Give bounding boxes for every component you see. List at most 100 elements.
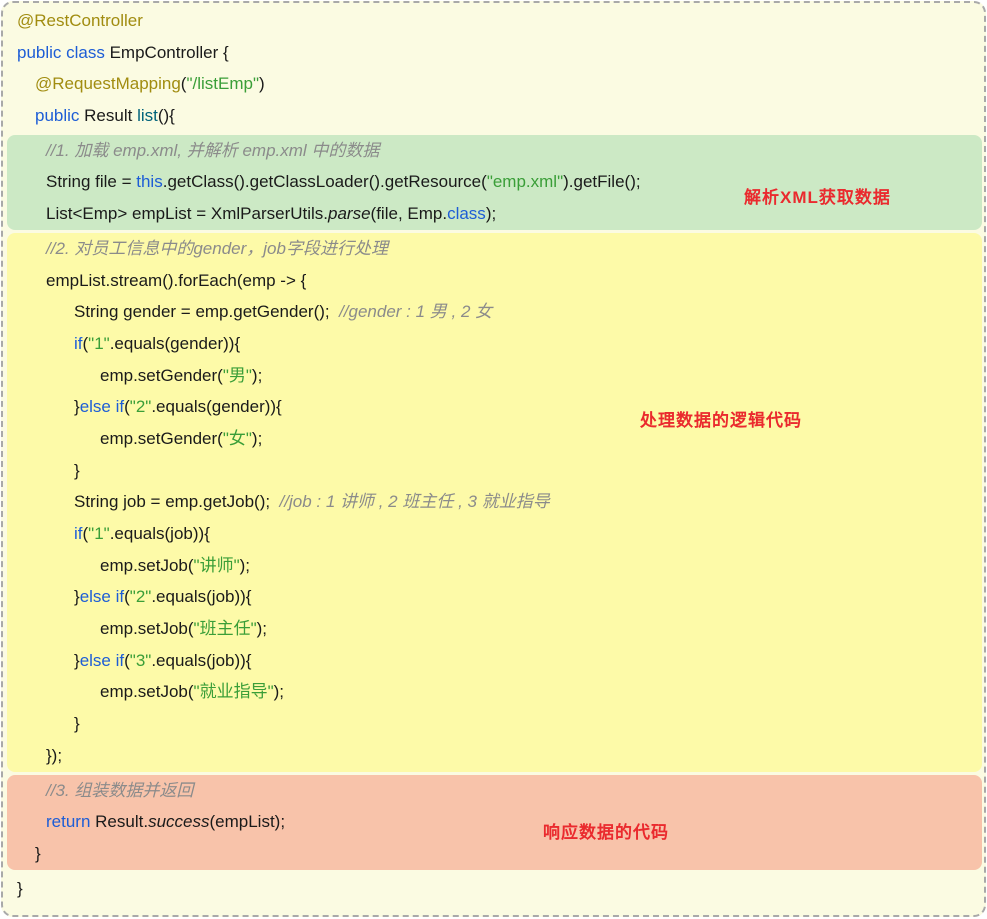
code-token-plain: EmpController { [105, 43, 229, 62]
code-line: //2. 对员工信息中的gender，job字段进行处理 [3, 233, 978, 265]
code-token-keyword: public class [17, 43, 105, 62]
code-token-plain: .equals(job)){ [110, 524, 210, 543]
code-token-comment: //2. 对员工信息中的gender，job字段进行处理 [46, 239, 388, 258]
code-token-comment: //job : 1 讲师 , 2 班主任 , 3 就业指导 [280, 492, 550, 511]
code-token-plain: } [17, 879, 23, 898]
code-token-string: "讲师" [194, 556, 240, 575]
code-token-method_decl: list [137, 106, 158, 125]
highlight-region-load-and-parse-xml: //1. 加载 emp.xml, 并解析 emp.xml 中的数据 String … [7, 135, 982, 230]
code-token-plain: (file, Emp. [371, 204, 448, 223]
code-token-plain: (){ [158, 106, 175, 125]
code-line: emp.setJob("就业指导"); [3, 676, 978, 708]
code-line: } [3, 838, 978, 870]
code-line: }else if("3".equals(job)){ [3, 645, 978, 677]
code-token-plain: } [74, 461, 80, 480]
code-line: //3. 组装数据并返回 [3, 775, 978, 807]
code-token-string: "女" [223, 429, 252, 448]
code-token-comment: //3. 组装数据并返回 [46, 781, 193, 800]
code-line: empList.stream().forEach(emp -> { [3, 265, 978, 297]
code-line: emp.setJob("讲师"); [3, 550, 978, 582]
code-line: }); [3, 740, 978, 772]
code-token-keyword: return [46, 812, 90, 831]
code-token-plain: ); [274, 682, 284, 701]
code-token-keyword: class [447, 204, 486, 223]
highlight-region-process-data-logic: //2. 对员工信息中的gender，job字段进行处理 empList.stre… [7, 233, 982, 772]
code-token-keyword: if [74, 334, 83, 353]
code-token-plain: String gender = emp.getGender(); [74, 302, 339, 321]
code-token-method: parse [328, 204, 371, 223]
code-token-plain: emp.setGender( [100, 429, 223, 448]
code-token-plain: empList.stream().forEach(emp -> { [46, 271, 306, 290]
code-line: return Result.success(empList); [3, 806, 978, 838]
code-token-plain: String file = [46, 172, 136, 191]
code-line: emp.setJob("班主任"); [3, 613, 978, 645]
code-token-plain: ); [252, 429, 262, 448]
highlight-region-assemble-and-return: //3. 组装数据并返回 return Result.success(empLis… [7, 775, 982, 870]
code-token-plain: String job = emp.getJob(); [74, 492, 280, 511]
code-line: if("1".equals(job)){ [3, 518, 978, 550]
code-line: } [3, 708, 978, 740]
code-line: emp.setGender("女"); [3, 423, 978, 455]
code-token-plain: Result [79, 106, 137, 125]
code-token-string: "2" [130, 397, 152, 416]
code-token-plain: emp.setGender( [100, 366, 223, 385]
code-token-plain: .equals(job)){ [151, 587, 251, 606]
code-token-string: "1" [88, 524, 110, 543]
code-token-plain: .equals(gender)){ [151, 397, 281, 416]
code-line: }else if("2".equals(gender)){ [3, 391, 978, 423]
code-token-plain: emp.setJob( [100, 682, 194, 701]
code-token-keyword: if [74, 524, 83, 543]
code-token-plain: emp.setJob( [100, 556, 194, 575]
code-line: } [3, 873, 984, 905]
code-token-keyword: this [136, 172, 162, 191]
code-line: emp.setGender("男"); [3, 360, 978, 392]
code-token-plain: } [35, 844, 41, 863]
code-token-plain: }); [46, 746, 62, 765]
code-token-string: "/listEmp" [186, 74, 259, 93]
code-line: @RestController [3, 5, 984, 37]
code-line: } [3, 455, 978, 487]
code-token-string: "emp.xml" [487, 172, 563, 191]
code-line: public Result list(){ [3, 100, 984, 132]
code-token-plain: } [74, 714, 80, 733]
code-snippet-card: @RestController public class EmpControlle… [1, 1, 986, 917]
code-token-string: "1" [88, 334, 110, 353]
code-token-string: "男" [223, 366, 252, 385]
code-token-plain: ); [240, 556, 250, 575]
code-token-plain: List<Emp> empList = XmlParserUtils. [46, 204, 328, 223]
code-token-plain: ).getFile(); [563, 172, 640, 191]
callout-response-code: 响应数据的代码 [543, 823, 669, 843]
code-token-plain: ); [257, 619, 267, 638]
code-line: if("1".equals(gender)){ [3, 328, 978, 360]
code-token-keyword: else if [80, 397, 124, 416]
code-token-plain: ); [486, 204, 496, 223]
code-token-plain: Result. [90, 812, 148, 831]
code-token-keyword: public [35, 106, 79, 125]
code-line: //1. 加载 emp.xml, 并解析 emp.xml 中的数据 [3, 135, 978, 167]
code-token-plain: (empList); [209, 812, 285, 831]
code-token-keyword: else if [80, 587, 124, 606]
code-token-string: "2" [130, 587, 152, 606]
code-token-plain: .getClass().getClassLoader().getResource… [163, 172, 487, 191]
code-token-comment: //1. 加载 emp.xml, 并解析 emp.xml 中的数据 [46, 141, 379, 160]
code-token-method: success [148, 812, 209, 831]
code-token-string: "就业指导" [194, 682, 274, 701]
code-token-plain: emp.setJob( [100, 619, 194, 638]
code-line: }else if("2".equals(job)){ [3, 581, 978, 613]
code-area: @RestController public class EmpControlle… [3, 5, 984, 904]
code-line: @RequestMapping("/listEmp") [3, 68, 984, 100]
code-token-annotation: @RestController [17, 11, 143, 30]
code-token-plain: ); [252, 366, 262, 385]
code-token-annotation: @RequestMapping [35, 74, 181, 93]
code-token-keyword: else if [80, 651, 124, 670]
code-token-plain: ) [259, 74, 265, 93]
callout-process-logic: 处理数据的逻辑代码 [640, 411, 802, 431]
callout-parse-xml: 解析XML获取数据 [744, 188, 891, 208]
code-token-comment: //gender : 1 男 , 2 女 [339, 302, 492, 321]
code-line: String gender = emp.getGender(); //gende… [3, 296, 978, 328]
code-token-plain: .equals(gender)){ [110, 334, 240, 353]
code-token-plain: .equals(job)){ [151, 651, 251, 670]
code-token-string: "班主任" [194, 619, 257, 638]
code-line: String job = emp.getJob(); //job : 1 讲师 … [3, 486, 978, 518]
code-line: public class EmpController { [3, 37, 984, 69]
